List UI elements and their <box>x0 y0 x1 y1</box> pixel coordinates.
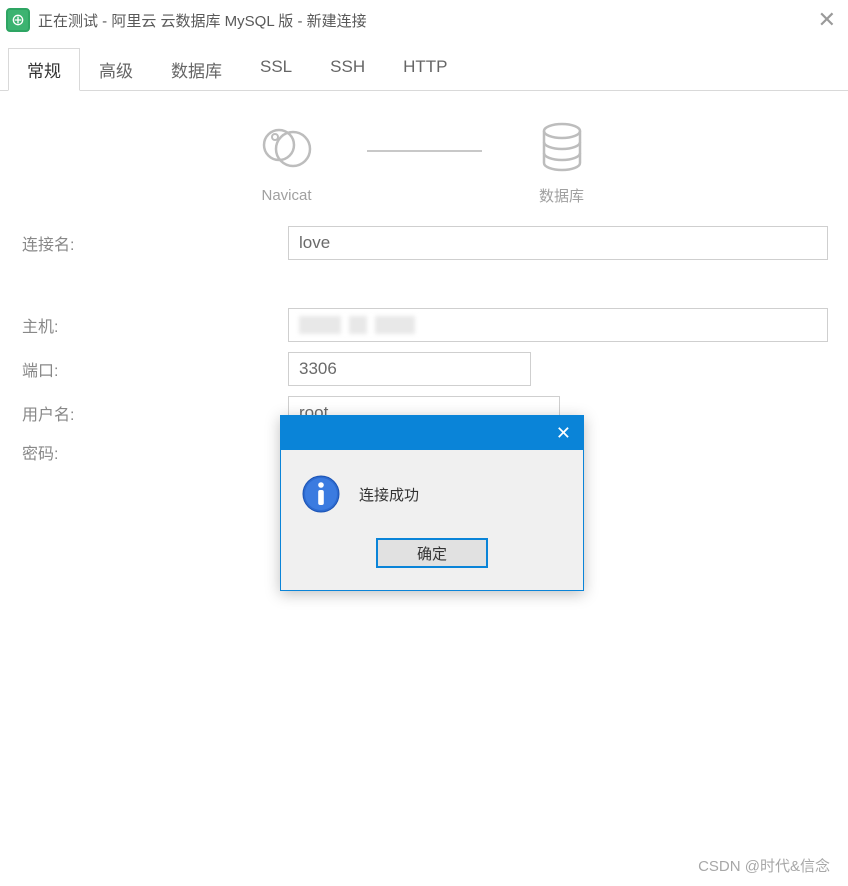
ok-button[interactable]: 确定 <box>376 538 488 568</box>
password-label: 密码: <box>20 440 288 464</box>
username-label: 用户名: <box>20 401 288 425</box>
diagram-label-navicat: Navicat <box>261 187 311 204</box>
info-icon <box>301 474 341 514</box>
port-label: 端口: <box>20 357 288 381</box>
app-icon <box>6 8 30 32</box>
titlebar: 正在测试 - 阿里云 云数据库 MySQL 版 - 新建连接 ✕ <box>0 0 848 40</box>
connection-name-input[interactable] <box>288 226 828 260</box>
dialog-close-icon[interactable]: ✕ <box>556 423 571 444</box>
dialog-message: 连接成功 <box>359 484 419 505</box>
dialog-titlebar: ✕ <box>281 416 583 450</box>
host-label: 主机: <box>20 313 288 337</box>
close-icon[interactable]: ✕ <box>818 7 836 33</box>
tabs: 常规 高级 数据库 SSL SSH HTTP <box>0 40 848 91</box>
connection-name-label: 连接名: <box>20 231 288 255</box>
diagram-label-database: 数据库 <box>539 185 584 206</box>
window-title: 正在测试 - 阿里云 云数据库 MySQL 版 - 新建连接 <box>38 10 367 31</box>
tab-database[interactable]: 数据库 <box>152 48 241 90</box>
database-icon <box>539 121 585 177</box>
tab-general[interactable]: 常规 <box>8 48 80 91</box>
watermark: CSDN @时代&信念 <box>698 855 830 876</box>
result-dialog: ✕ 连接成功 确定 <box>280 415 584 591</box>
tab-ssl[interactable]: SSL <box>241 48 311 90</box>
tab-ssh[interactable]: SSH <box>311 48 384 90</box>
tab-http[interactable]: HTTP <box>384 48 466 90</box>
connection-diagram: Navicat 数据库 <box>20 121 828 206</box>
host-input[interactable] <box>288 308 828 342</box>
port-input[interactable] <box>288 352 531 386</box>
host-value-redacted <box>299 316 415 334</box>
tab-advanced[interactable]: 高级 <box>80 48 152 90</box>
navicat-icon <box>259 123 315 179</box>
diagram-connector <box>367 150 482 152</box>
